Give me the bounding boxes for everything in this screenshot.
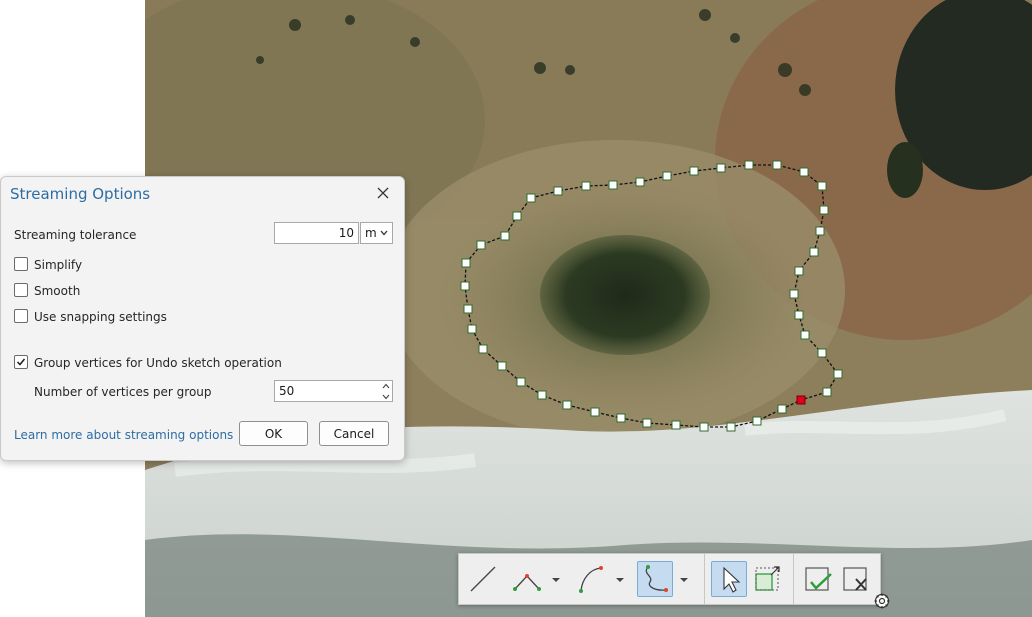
sketch-vertex[interactable] xyxy=(590,407,600,417)
sketch-vertex[interactable] xyxy=(689,166,699,176)
sketch-vertex[interactable] xyxy=(799,167,809,177)
sketch-vertex[interactable] xyxy=(819,205,829,215)
caret-down-icon xyxy=(680,578,688,582)
clear-sketch-button[interactable] xyxy=(838,561,874,597)
gear-icon[interactable] xyxy=(873,592,891,610)
arc-icon xyxy=(579,566,603,593)
spin-up-button[interactable] xyxy=(379,380,393,391)
simplify-label: Simplify xyxy=(34,258,83,272)
line-icon xyxy=(470,566,496,592)
sketch-vertex[interactable] xyxy=(461,258,471,268)
line-tool-button[interactable] xyxy=(465,561,501,597)
sketch-vertex[interactable] xyxy=(512,211,522,221)
sketch-vertex[interactable] xyxy=(562,400,572,410)
chevron-down-icon xyxy=(380,230,388,236)
polyline-icon xyxy=(513,574,541,591)
sketch-vertex[interactable] xyxy=(642,418,652,428)
chevron-down-icon xyxy=(382,394,390,399)
learn-more-link[interactable]: Learn more about streaming options xyxy=(14,428,233,442)
close-button[interactable] xyxy=(373,183,393,203)
dialog-title: Streaming Options xyxy=(10,185,151,203)
sketch-vertex[interactable] xyxy=(800,330,810,340)
checkmark-icon xyxy=(16,358,26,366)
selection-tools-group xyxy=(705,554,794,604)
finish-sketch-icon xyxy=(805,567,832,591)
sketch-outline xyxy=(464,164,839,428)
sketch-vertex[interactable] xyxy=(772,160,782,170)
vertices-per-group-input[interactable] xyxy=(274,380,393,402)
sketch-vertex[interactable] xyxy=(608,180,618,190)
active-sketch-vertex[interactable] xyxy=(796,395,806,405)
use-snapping-label: Use snapping settings xyxy=(34,310,167,324)
smooth-checkbox[interactable] xyxy=(14,283,28,297)
sketch-vertex[interactable] xyxy=(699,422,709,432)
sketch-vertex[interactable] xyxy=(500,231,510,241)
sketch-vertex[interactable] xyxy=(817,348,827,358)
select-tool-button[interactable] xyxy=(711,561,747,597)
sketch-vertex[interactable] xyxy=(537,390,547,400)
sketch-vertex[interactable] xyxy=(817,181,827,191)
vertices-spinner[interactable] xyxy=(379,380,393,402)
vertices-per-group-label: Number of vertices per group xyxy=(34,385,212,399)
cursor-arrow-icon xyxy=(723,566,741,593)
sketch-vertex[interactable] xyxy=(777,404,787,414)
sketch-vertex[interactable] xyxy=(581,181,591,191)
sketch-vertex[interactable] xyxy=(794,310,804,320)
tolerance-unit-select[interactable]: m xyxy=(360,222,393,244)
sketch-vertex[interactable] xyxy=(752,416,762,426)
group-vertices-checkbox[interactable] xyxy=(14,355,28,369)
smooth-label: Smooth xyxy=(34,284,81,298)
finish-sketch-button[interactable] xyxy=(800,561,836,597)
group-vertices-label: Group vertices for Undo sketch operation xyxy=(34,356,282,370)
sketch-vertex[interactable] xyxy=(744,160,754,170)
sketch-vertex[interactable] xyxy=(815,226,825,236)
streaming-options-dialog: Streaming Options Streaming tolerance m … xyxy=(0,176,405,461)
sketch-vertex[interactable] xyxy=(635,177,645,187)
sketch-vertex[interactable] xyxy=(794,266,804,276)
sketch-vertex[interactable] xyxy=(497,361,507,371)
unit-value: m xyxy=(365,226,377,240)
sketch-actions-group xyxy=(794,554,880,604)
sketch-vertex[interactable] xyxy=(516,377,526,387)
sketch-vertex[interactable] xyxy=(526,193,536,203)
polyline-dropdown[interactable] xyxy=(551,576,561,584)
sketch-toolbar xyxy=(458,553,881,605)
sketch-vertex[interactable] xyxy=(460,281,470,291)
chevron-up-icon xyxy=(382,383,390,388)
sketch-vertex[interactable] xyxy=(789,289,799,299)
streaming-tolerance-input[interactable] xyxy=(274,222,359,244)
sketch-vertex[interactable] xyxy=(809,247,819,257)
use-snapping-checkbox[interactable] xyxy=(14,309,28,323)
arc-dropdown[interactable] xyxy=(615,576,625,584)
streaming-icon xyxy=(645,565,668,592)
cancel-button[interactable]: Cancel xyxy=(319,421,389,446)
clear-sketch-icon xyxy=(843,567,867,591)
streaming-dropdown[interactable] xyxy=(679,576,689,584)
polyline-tool-button[interactable] xyxy=(509,561,545,597)
sketch-vertex[interactable] xyxy=(662,171,672,181)
close-icon xyxy=(377,187,389,199)
resize-icon xyxy=(755,566,780,591)
streaming-tool-button[interactable] xyxy=(637,561,673,597)
sketch-vertex[interactable] xyxy=(467,324,477,334)
resize-tool-button[interactable] xyxy=(749,561,785,597)
sketch-vertex[interactable] xyxy=(463,304,473,314)
sketch-vertex[interactable] xyxy=(822,387,832,397)
sketch-vertex[interactable] xyxy=(478,344,488,354)
streaming-tolerance-label: Streaming tolerance xyxy=(14,228,137,242)
construction-tools-group xyxy=(459,554,705,604)
sketch-vertex[interactable] xyxy=(476,240,486,250)
sketch-vertex[interactable] xyxy=(553,186,563,196)
sketch-vertex[interactable] xyxy=(716,163,726,173)
sketch-vertex[interactable] xyxy=(833,369,843,379)
sketch-vertex[interactable] xyxy=(616,413,626,423)
simplify-checkbox[interactable] xyxy=(14,257,28,271)
arc-tool-button[interactable] xyxy=(573,561,609,597)
sketch-vertex[interactable] xyxy=(726,422,736,432)
sketch-vertex[interactable] xyxy=(671,420,681,430)
spin-down-button[interactable] xyxy=(379,391,393,402)
caret-down-icon xyxy=(552,578,560,582)
ok-button[interactable]: OK xyxy=(239,421,308,446)
caret-down-icon xyxy=(616,578,624,582)
